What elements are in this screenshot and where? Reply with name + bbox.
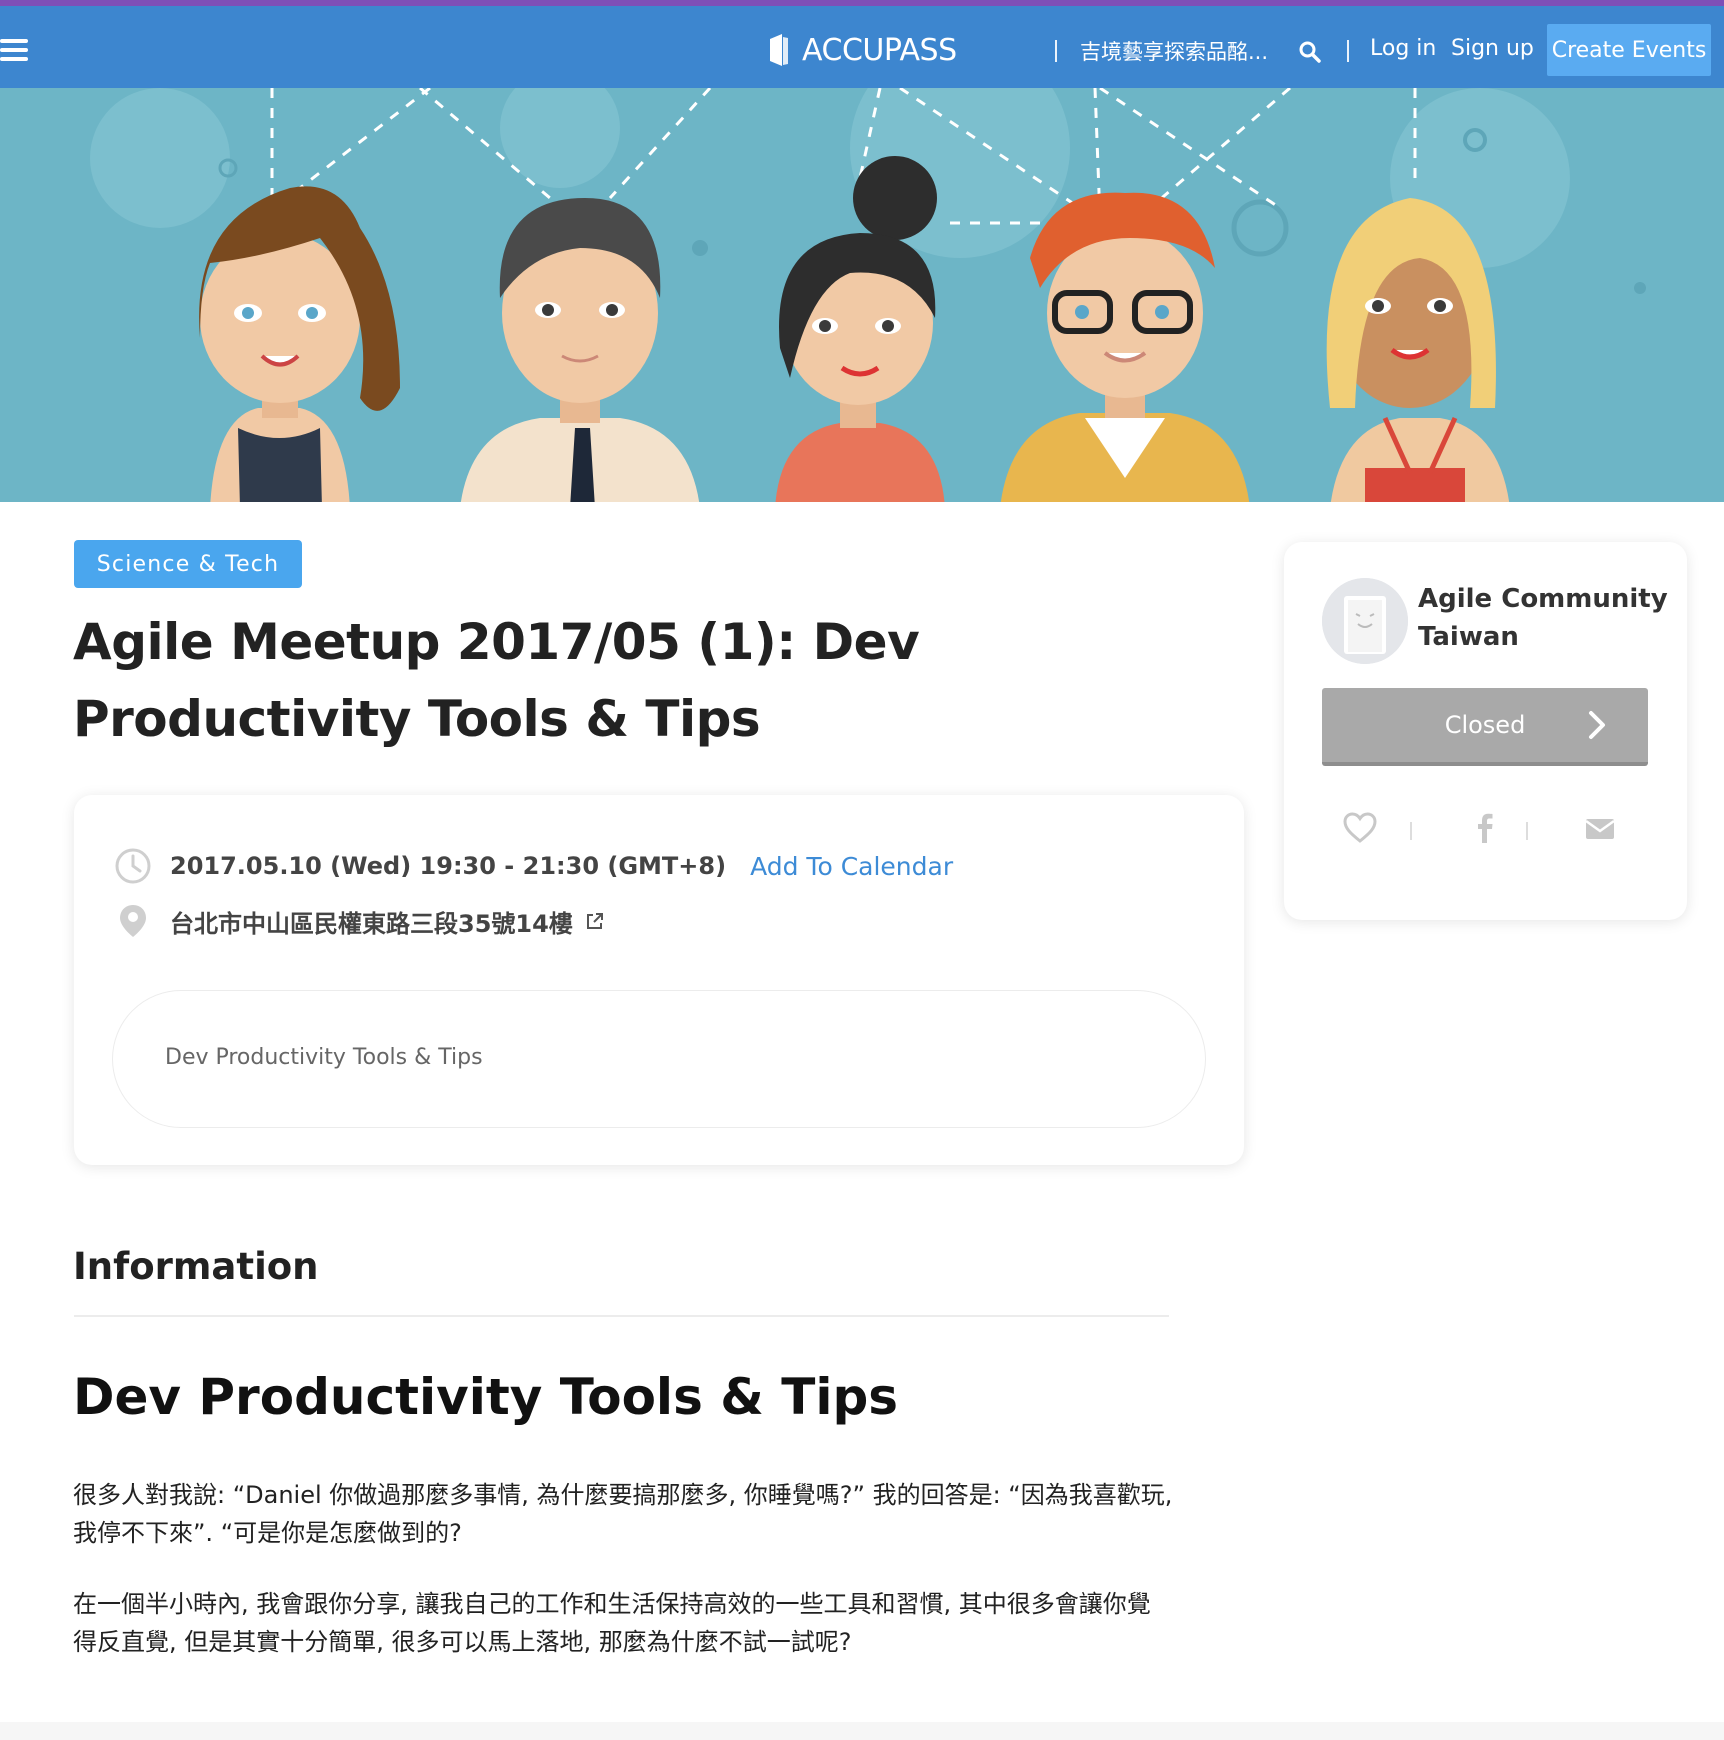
event-datetime: 2017.05.10 (Wed) 19:30 - 21:30 (GMT+8) [170,852,727,880]
mail-icon[interactable] [1582,810,1618,846]
accupass-logo[interactable]: ACCUPASS [768,30,957,70]
event-time-row: 2017.05.10 (Wed) 19:30 - 21:30 (GMT+8) A… [114,847,953,885]
nav-divider [1055,40,1057,62]
event-summary: Dev Productivity Tools & Tips [165,1045,483,1070]
description-paragraph: 很多人對我說: “Daniel 你做過那麼多事情, 為什麼要搞那麼多, 你睡覺嗎… [73,1481,1173,1547]
event-summary-box: Dev Productivity Tools & Tips [112,990,1206,1128]
information-heading: Information [73,1245,319,1288]
description-paragraph: 在一個半小時內, 我會跟你分享, 讓我自己的工作和生活保持高效的一些工具和習慣,… [73,1590,1151,1656]
event-location-row: 台北市中山區民權東路三段35號14樓 [114,902,605,940]
nav-search-text[interactable]: 吉境藝享探索品酩... [1080,36,1268,66]
description-heading: Dev Productivity Tools & Tips [73,1368,899,1426]
accupass-logo-icon [770,34,788,66]
share-actions [1322,810,1648,850]
registration-closed-button[interactable]: Closed [1322,688,1648,766]
nav-divider [1347,40,1349,62]
chevron-right-icon [1589,711,1605,739]
signup-link[interactable]: Sign up [1451,36,1534,61]
map-pin-icon [120,905,146,937]
category-tag[interactable]: Science & Tech [74,540,302,588]
organizer-name[interactable]: Agile Community Taiwan [1418,580,1668,656]
clock-icon [115,848,151,884]
share-divider [1410,822,1412,840]
organizer-avatar[interactable] [1322,578,1408,664]
top-navbar: ACCUPASS 吉境藝享探索品酩... Log in Sign up Crea… [0,6,1724,88]
search-icon[interactable] [1298,40,1322,64]
event-details-card: 2017.05.10 (Wed) 19:30 - 21:30 (GMT+8) A… [74,795,1244,1165]
closed-label: Closed [1444,711,1526,739]
create-events-button[interactable]: Create Events [1547,24,1711,76]
share-divider [1526,822,1528,840]
heart-icon[interactable] [1342,810,1378,846]
footer-band [0,1722,1724,1740]
add-to-calendar-link[interactable]: Add To Calendar [750,852,953,881]
event-title: Agile Meetup 2017/05 (1): Dev Productivi… [73,613,920,748]
logo-text: ACCUPASS [802,32,957,68]
menu-icon[interactable] [0,39,28,65]
divider [74,1315,1169,1317]
event-address[interactable]: 台北市中山區民權東路三段35號14樓 [170,904,573,939]
facebook-icon[interactable] [1467,810,1503,846]
organizer-card: Agile Community Taiwan Closed [1284,542,1687,920]
event-banner-image [0,88,1724,502]
external-link-icon[interactable] [585,911,605,931]
login-link[interactable]: Log in [1370,36,1436,61]
